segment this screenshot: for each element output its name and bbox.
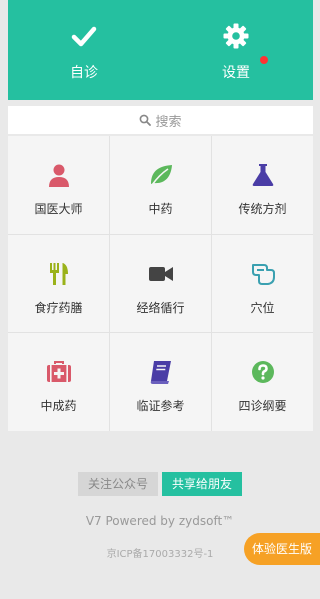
powered-by-text: V7 Powered by zydsoft™ [85, 514, 235, 528]
footer-buttons: 关注公众号 共享给朋友 [0, 472, 320, 496]
leaf-icon [150, 165, 172, 186]
grid-item-label: 临证参考 [136, 399, 185, 414]
grid-item-patent-medicine[interactable]: 中成药 [8, 333, 109, 431]
grid-item-four-diagnostics[interactable]: 四诊纲要 [212, 333, 313, 431]
flask-icon [252, 164, 273, 186]
grid-item-label: 食疗药膳 [34, 300, 83, 315]
video-camera-icon [148, 266, 173, 281]
grid-item-dietary-therapy[interactable]: 食疗药膳 [8, 234, 109, 333]
utensils-icon [49, 262, 68, 285]
self-diagnosis-label: 自诊 [70, 65, 98, 81]
settings-button[interactable]: 设置 [160, 0, 312, 100]
grid-item-label: 经络循行 [136, 300, 185, 315]
grid-item-label: 中成药 [40, 399, 77, 414]
medkit-icon [46, 361, 71, 383]
question-circle-icon [251, 361, 274, 384]
share-with-friends-button[interactable]: 共享给朋友 [162, 472, 243, 496]
follow-official-account-button[interactable]: 关注公众号 [77, 472, 158, 496]
grid-item-label: 四诊纲要 [238, 399, 287, 414]
search-icon [140, 114, 152, 126]
grid-item-label: 中药 [148, 202, 173, 216]
settings-label: 设置 [222, 65, 250, 81]
check-icon [71, 26, 97, 47]
grid-item-acupoints[interactable]: 穴位 [212, 234, 313, 333]
grid-item-label: 国医大师 [34, 202, 83, 216]
self-diagnosis-button[interactable]: 自诊 [8, 0, 160, 100]
gear-icon [223, 23, 249, 49]
doctor-version-trial-button[interactable]: 体验医生版 [244, 533, 320, 565]
notification-dot [260, 56, 268, 64]
person-icon [48, 164, 69, 187]
grid-item-clinical-reference[interactable]: 临证参考 [110, 333, 211, 431]
search-bar[interactable]: 搜索 [8, 106, 313, 134]
search-placeholder: 搜索 [155, 114, 182, 130]
grid-item-master-doctors[interactable]: 国医大师 [8, 136, 109, 234]
book-icon [150, 361, 171, 385]
app-screen: 自诊 设置 搜索 国医大师 中药 传统方剂 食疗药膳 经络循行 穴位 中成药 临… [0, 0, 320, 599]
grid-item-meridians[interactable]: 经络循行 [110, 234, 211, 333]
grid-item-label: 穴位 [250, 300, 275, 315]
feature-grid: 国医大师 中药 传统方剂 食疗药膳 经络循行 穴位 中成药 临证参考 四诊纲要 [8, 136, 313, 431]
grid-item-herbs[interactable]: 中药 [110, 136, 211, 234]
grid-item-label: 传统方剂 [238, 202, 287, 216]
top-banner: 自诊 设置 [8, 0, 313, 100]
grid-item-traditional-formulas[interactable]: 传统方剂 [212, 136, 313, 234]
hand-pointer-icon [251, 263, 275, 285]
